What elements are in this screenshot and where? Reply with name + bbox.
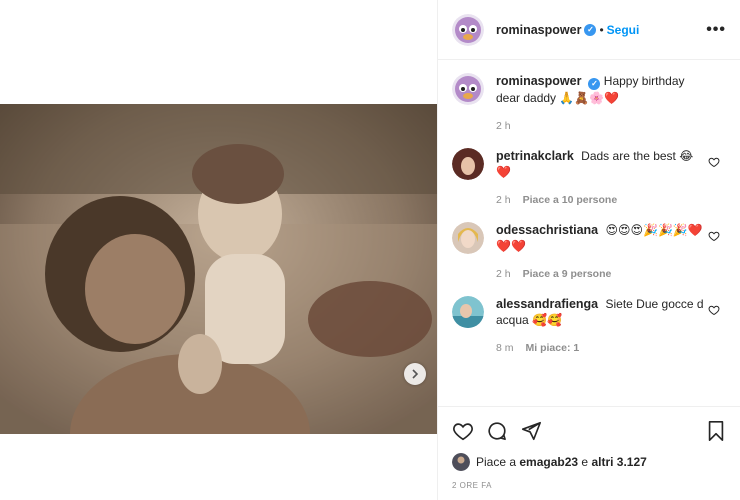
verified-badge-icon: ✓	[584, 23, 597, 36]
avatar-image	[452, 148, 484, 180]
likes-and: e	[581, 455, 589, 469]
comment-username[interactable]: alessandrafienga	[496, 297, 598, 311]
action-icons	[452, 417, 726, 445]
comment-emoji: 🥰🥰	[532, 313, 562, 327]
post-photo[interactable]	[0, 104, 437, 434]
avatar[interactable]	[452, 73, 484, 105]
comment-like-heart-icon[interactable]	[708, 304, 720, 319]
post-author-username[interactable]: rominaspower	[496, 23, 581, 37]
comment-time[interactable]: 2 h	[496, 192, 511, 208]
comment-item: petrinakclark Dads are the best 😂❤️ 2 h …	[452, 148, 726, 208]
avatar-image	[452, 13, 484, 46]
avatar[interactable]	[452, 222, 484, 254]
avatar[interactable]	[452, 296, 484, 328]
more-options-button[interactable]: •••	[706, 21, 726, 39]
comment-item: alessandrafienga Siete Due gocce d acqua…	[452, 296, 726, 356]
comments-list[interactable]: rominaspower ✓ Happy birthday dear daddy …	[438, 61, 740, 406]
comment-time[interactable]: 2 h	[496, 266, 511, 282]
comment-likes[interactable]: Mi piace: 1	[526, 340, 580, 356]
avatar[interactable]	[452, 13, 484, 46]
separator-dot: •	[599, 22, 604, 37]
avatar-image	[452, 73, 484, 105]
bookmark-icon[interactable]	[706, 420, 726, 442]
comment-likes[interactable]: Piace a 9 persone	[523, 266, 612, 282]
comment-item: odessachristiana 😍😍😍🎉🎉🎉❤️❤️❤️ 2 h Piace …	[452, 222, 726, 282]
avatar[interactable]	[452, 148, 484, 180]
post-actions: Piace a emagab23 e altri 3.127 2 ORE FA	[438, 406, 740, 500]
avatar[interactable]	[452, 453, 470, 471]
comment-time[interactable]: 8 m	[496, 340, 514, 356]
post-side-panel: rominaspower ✓ • Segui ••• rominaspower ✓	[437, 0, 740, 500]
post-media	[0, 0, 437, 500]
likes-others-link[interactable]: altri 3.127	[591, 455, 646, 469]
post-header: rominaspower ✓ • Segui •••	[438, 0, 740, 60]
next-photo-button[interactable]	[404, 363, 426, 385]
comment-like-heart-icon[interactable]	[708, 156, 720, 171]
comment-likes[interactable]: Piace a 10 persone	[523, 192, 618, 208]
likes-prefix: Piace a	[476, 455, 517, 469]
comment-text: Dads are the best	[581, 149, 676, 163]
comment-username[interactable]: odessachristiana	[496, 223, 598, 237]
share-icon[interactable]	[520, 420, 542, 442]
caption-time[interactable]: 2 h	[496, 118, 511, 134]
liker-username[interactable]: emagab23	[519, 455, 578, 469]
avatar-image	[452, 296, 484, 328]
chevron-right-icon	[412, 369, 419, 379]
caption-emoji: 🙏🧸🌸❤️	[559, 91, 620, 105]
vintage-photo-illustration	[0, 104, 437, 434]
heart-icon[interactable]	[452, 420, 474, 442]
comment-like-heart-icon[interactable]	[708, 230, 720, 245]
verified-badge-icon: ✓	[588, 78, 601, 90]
comment-username[interactable]: petrinakclark	[496, 149, 574, 163]
caption: rominaspower ✓ Happy birthday dear daddy …	[452, 73, 726, 134]
caption-username[interactable]: rominaspower	[496, 74, 581, 88]
avatar-image	[452, 222, 484, 254]
follow-button[interactable]: Segui	[607, 23, 640, 37]
comment-icon[interactable]	[486, 420, 508, 442]
post-timestamp[interactable]: 2 ORE FA	[452, 481, 726, 490]
likes-summary: Piace a emagab23 e altri 3.127	[452, 453, 726, 471]
